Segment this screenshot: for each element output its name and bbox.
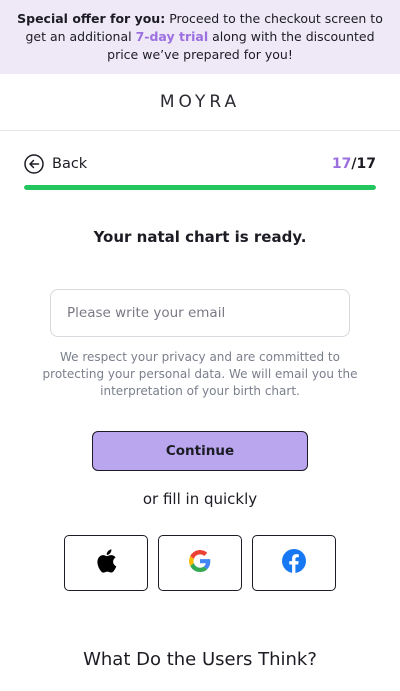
back-arrow-icon <box>24 154 44 174</box>
continue-button[interactable]: Continue <box>92 431 308 471</box>
step-nav: Back 17/17 <box>24 152 376 176</box>
facebook-login-button[interactable] <box>252 535 336 591</box>
page-title: Your natal chart is ready. <box>93 228 307 246</box>
progress-bar <box>24 185 376 190</box>
promo-lead: Special offer for you: <box>17 11 166 26</box>
google-login-button[interactable] <box>158 535 242 591</box>
or-divider-text: or fill in quickly <box>142 490 258 508</box>
facebook-icon <box>282 549 306 577</box>
logo: MOYRA <box>159 92 241 112</box>
step-counter: 17/17 <box>332 156 376 172</box>
back-label: Back <box>52 156 88 172</box>
social-login-group <box>64 535 336 591</box>
step-current: 17 <box>331 156 352 172</box>
promo-banner: Special offer for you: Proceed to the ch… <box>0 0 400 74</box>
apple-icon <box>95 548 117 578</box>
privacy-note: We respect your privacy and are committe… <box>42 350 358 398</box>
promo-text: Special offer for you: Proceed to the ch… <box>14 10 386 64</box>
step-total: /17 <box>351 156 376 172</box>
app-header: MOYRA <box>0 74 400 131</box>
email-field[interactable] <box>50 289 350 337</box>
google-icon <box>189 550 211 576</box>
reviews-heading: What Do the Users Think? <box>83 649 317 670</box>
back-button[interactable]: Back <box>24 154 87 174</box>
apple-login-button[interactable] <box>64 535 148 591</box>
promo-highlight: 7-day trial <box>135 29 209 44</box>
progress-fill <box>24 185 376 190</box>
